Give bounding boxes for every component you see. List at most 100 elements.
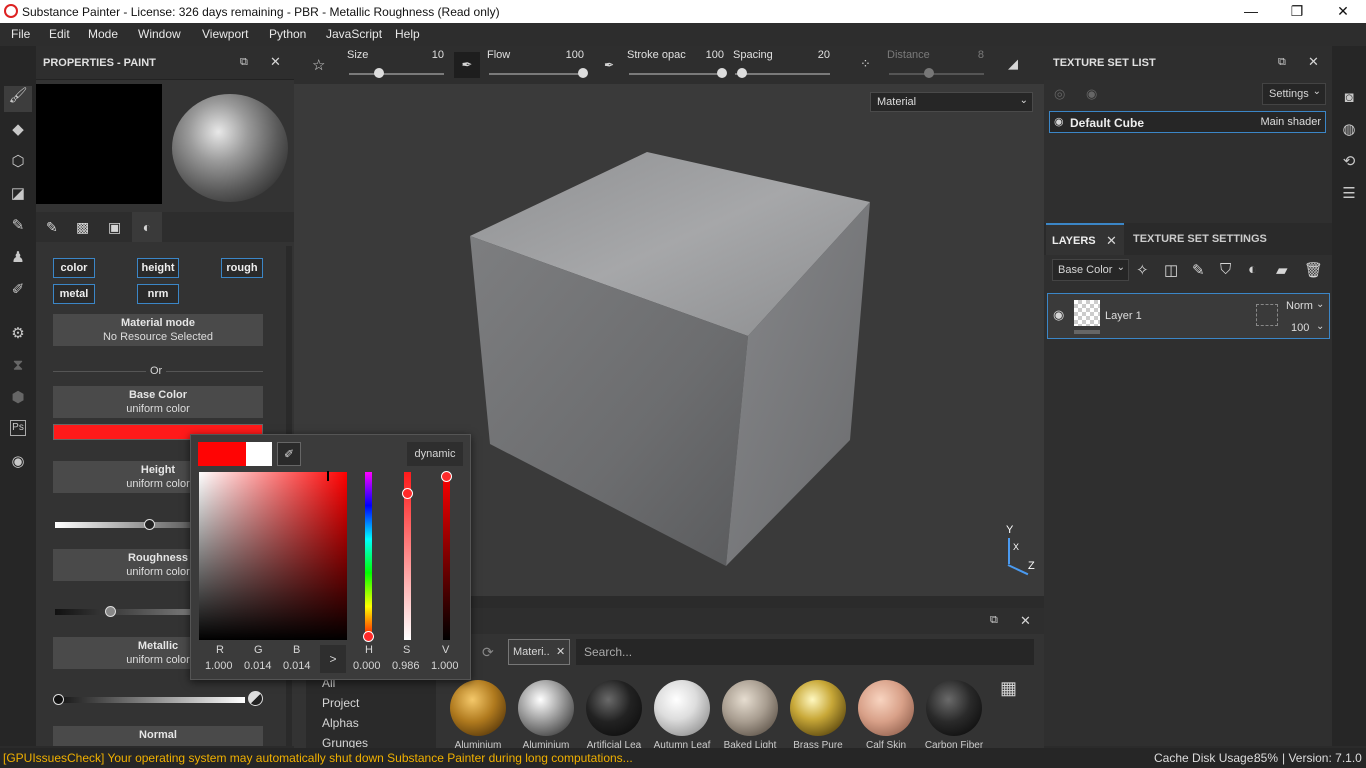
shelf-search-input[interactable]: Search... — [576, 639, 1034, 665]
picker-mode-button[interactable]: dynamic — [407, 442, 463, 466]
clone-stamp-icon[interactable]: ♟ — [8, 248, 28, 268]
texture-set-item[interactable]: ◉ Default Cube Main shader — [1049, 111, 1326, 133]
spacing-slider-knob[interactable] — [737, 68, 747, 78]
material-thumb-calf-skin[interactable] — [858, 680, 914, 736]
paint-brush-icon[interactable]: 🖌 — [4, 86, 32, 112]
material-thumb-artificial-leather[interactable] — [586, 680, 642, 736]
close-panel-icon[interactable]: ✕ — [1308, 54, 1319, 70]
float-panel-icon[interactable]: ⧉ — [240, 56, 248, 69]
channel-height-tag[interactable]: height — [137, 258, 179, 278]
metallic-slider-knob[interactable] — [53, 694, 64, 705]
layer-mask-slot[interactable] — [1256, 304, 1278, 326]
stroke-opacity-slider[interactable] — [629, 73, 724, 75]
remove-filter-icon[interactable]: ✕ — [556, 645, 565, 658]
v-value[interactable]: 1.000 — [431, 660, 459, 672]
close-shelf-icon[interactable]: ✕ — [1020, 613, 1031, 629]
eraser-icon[interactable]: ◆ — [8, 120, 28, 140]
layer-opacity[interactable]: 100 — [1291, 322, 1309, 334]
value-slider[interactable] — [443, 472, 450, 640]
mask-icon[interactable]: ◫ — [1164, 261, 1178, 279]
texture-set-icon[interactable]: ◙ — [1339, 88, 1359, 108]
lazy-mouse-icon[interactable]: ⁘ — [860, 56, 871, 72]
log-icon[interactable]: ☰ — [1339, 184, 1359, 204]
tab-brush-icon[interactable]: ✎ — [46, 219, 58, 236]
material-thumb-autumn-leaf[interactable] — [654, 680, 710, 736]
menu-javascript[interactable]: JavaScript — [326, 27, 382, 41]
color-picker-tool-icon[interactable]: ✐ — [8, 280, 28, 300]
material-thumb-baked-light[interactable] — [722, 680, 778, 736]
tab-layers[interactable]: LAYERS ✕ — [1046, 223, 1124, 255]
invert-icon[interactable] — [248, 691, 263, 706]
base-color-button[interactable]: Base Color uniform color — [53, 386, 263, 418]
rgb-hsv-toggle-button[interactable]: > — [320, 645, 346, 673]
r-value[interactable]: 1.000 — [205, 660, 233, 672]
size-value[interactable]: 10 — [404, 49, 444, 61]
menu-python[interactable]: Python — [269, 27, 306, 41]
layer-name[interactable]: Layer 1 — [1105, 310, 1142, 322]
layer-blend-mode[interactable]: Norm — [1286, 300, 1313, 312]
menu-window[interactable]: Window — [138, 27, 181, 41]
projection-icon[interactable]: ⬡ — [8, 152, 28, 172]
pen-settings-icon[interactable]: ◢ — [1008, 56, 1018, 72]
menu-mode[interactable]: Mode — [88, 27, 118, 41]
menu-viewport[interactable]: Viewport — [202, 27, 248, 41]
add-smart-material-icon[interactable]: ◐ — [1248, 261, 1257, 278]
flow-pressure-icon[interactable]: ✒ — [454, 52, 480, 78]
eyedropper-icon[interactable]: ✐ — [277, 442, 301, 466]
menu-file[interactable]: File — [11, 27, 30, 41]
menu-edit[interactable]: Edit — [49, 27, 70, 41]
stroke-opacity-value[interactable]: 100 — [684, 49, 724, 61]
material-thumb-brass-pure[interactable] — [790, 680, 846, 736]
sv-cursor[interactable] — [327, 471, 329, 481]
close-panel-icon[interactable]: ✕ — [270, 54, 281, 70]
eye-icon[interactable]: ◉ — [1086, 86, 1097, 102]
h-value[interactable]: 0.000 — [353, 660, 381, 672]
category-project[interactable]: Project — [322, 696, 359, 710]
saturation-value-field[interactable] — [199, 472, 347, 640]
channel-nrm-tag[interactable]: nrm — [137, 284, 179, 304]
tab-stencil-icon[interactable]: ▣ — [108, 219, 121, 236]
distance-slider-knob[interactable] — [924, 68, 934, 78]
spacing-slider[interactable] — [735, 73, 830, 75]
menu-help[interactable]: Help — [395, 27, 420, 41]
value-knob[interactable] — [441, 471, 452, 482]
size-slider-knob[interactable] — [374, 68, 384, 78]
refresh-icon[interactable]: ⟳ — [482, 644, 494, 661]
layer-row[interactable]: ◉ Layer 1 Norm ⌄ 100 ⌄ — [1047, 293, 1330, 339]
tab-material-icon[interactable]: ◐ — [132, 212, 162, 242]
settings-dropdown[interactable]: Settings ⌄ — [1262, 83, 1326, 105]
add-fill-layer-icon[interactable]: ⛉ — [1220, 261, 1231, 278]
distance-slider[interactable] — [889, 73, 984, 75]
visibility-eye-icon[interactable]: ◉ — [1054, 115, 1064, 128]
material-thumb-carbon-fiber[interactable] — [926, 680, 982, 736]
symmetry-icon[interactable]: ☆ — [312, 56, 325, 74]
bake-icon[interactable]: ⚙ — [8, 324, 28, 344]
b-value[interactable]: 0.014 — [283, 660, 311, 672]
channel-metal-tag[interactable]: metal — [53, 284, 95, 304]
spacing-value[interactable]: 20 — [790, 49, 830, 61]
material-thumb-aluminium[interactable] — [518, 680, 574, 736]
add-folder-icon[interactable]: ▰ — [1276, 261, 1288, 279]
layer-visibility-icon[interactable]: ◉ — [1053, 307, 1064, 323]
minimize-button[interactable]: — — [1228, 0, 1274, 23]
hue-slider[interactable] — [365, 472, 372, 640]
flow-value[interactable]: 100 — [544, 49, 584, 61]
float-panel-icon[interactable]: ⧉ — [1278, 56, 1286, 69]
add-paint-layer-icon[interactable]: ✎ — [1192, 261, 1205, 279]
channel-select[interactable]: Base Color ⌄ — [1052, 259, 1129, 281]
channel-color-tag[interactable]: color — [53, 258, 95, 278]
add-effect-icon[interactable]: ✧ — [1136, 261, 1149, 279]
normal-button[interactable]: Normal — [53, 726, 263, 746]
tab-texture-set-settings[interactable]: TEXTURE SET SETTINGS — [1133, 233, 1267, 245]
hide-icon[interactable]: ◎ — [1054, 86, 1065, 102]
sat-knob[interactable] — [402, 488, 413, 499]
material-mode-button[interactable]: Material mode No Resource Selected — [53, 314, 263, 346]
old-color-swatch[interactable] — [246, 442, 272, 466]
polygon-fill-icon[interactable]: ◪ — [8, 184, 28, 204]
stroke-opacity-slider-knob[interactable] — [717, 68, 727, 78]
camera-icon[interactable]: ◉ — [8, 452, 28, 472]
filter-tag[interactable]: Materi.. ✕ — [508, 639, 570, 665]
history-icon[interactable]: ⟲ — [1339, 152, 1359, 172]
s-value[interactable]: 0.986 — [392, 660, 420, 672]
hourglass-icon[interactable]: ⧗ — [8, 356, 28, 376]
